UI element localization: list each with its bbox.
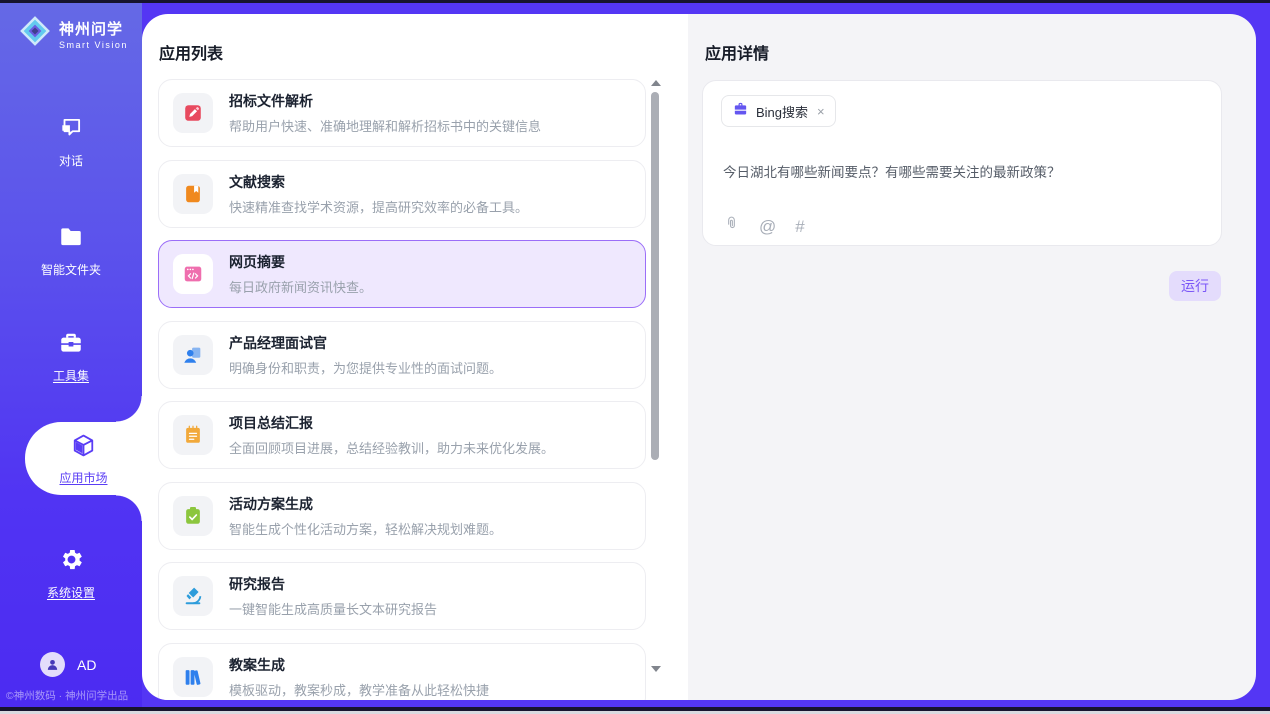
app-name: 研究报告 [229, 574, 437, 594]
app-desc: 一键智能生成高质量长文本研究报告 [229, 599, 437, 618]
app-name: 产品经理面试官 [229, 333, 502, 353]
list-scrollbar[interactable] [650, 80, 660, 680]
bubble-curve-bottom [116, 495, 142, 521]
list-item-event-plan[interactable]: 活动方案生成 智能生成个性化活动方案，轻松解决规划难题。 [158, 482, 646, 550]
app-name: 教案生成 [229, 655, 489, 675]
scrollbar-thumb[interactable] [651, 92, 659, 460]
app-desc: 智能生成个性化活动方案，轻松解决规划难题。 [229, 519, 502, 538]
app-desc: 帮助用户快速、准确地理解和解析招标书中的关键信息 [229, 116, 541, 135]
app-detail-title: 应用详情 [705, 40, 769, 64]
query-input[interactable]: 今日湖北有哪些新闻要点？有哪些需要关注的最新政策？ [723, 161, 1201, 181]
window-top-border [0, 0, 1270, 3]
notepad-icon [173, 415, 213, 455]
input-toolbar: @ # [723, 215, 805, 237]
app-desc: 快速精准查找学术资源，提高研究效率的必备工具。 [229, 197, 528, 216]
app-detail-panel: 应用详情 Bing搜索 × 今日湖北有哪些新闻要点？有哪些需要关注的最新政策？ [688, 14, 1256, 700]
sidebar-item-chat[interactable]: 对话 [0, 115, 142, 169]
scroll-up-arrow-icon[interactable] [651, 80, 661, 86]
books-icon [173, 657, 213, 697]
sidebar-item-label: 系统设置 [47, 584, 95, 601]
app-list-panel: 应用列表 招标文件解析 帮助用户快速、准确地理解和解析招标书中的关键信息 [142, 14, 688, 700]
app-frame: 神州问学 Smart Vision 对话 智能文件夹 [0, 0, 1270, 714]
clipboard-check-icon [173, 496, 213, 536]
gear-icon [58, 546, 85, 578]
toolbox-icon [58, 330, 84, 361]
briefcase-icon [732, 101, 749, 121]
sidebar-item-app-market[interactable]: 应用市场 [25, 422, 142, 495]
sidebar: 神州问学 Smart Vision 对话 智能文件夹 [0, 3, 142, 707]
main-content: 应用列表 招标文件解析 帮助用户快速、准确地理解和解析招标书中的关键信息 [142, 14, 1256, 700]
chat-icon [58, 115, 84, 146]
app-list: 招标文件解析 帮助用户快速、准确地理解和解析招标书中的关键信息 文献搜索 快速精… [158, 79, 646, 700]
tool-chip-label: Bing搜索 [756, 102, 808, 121]
close-icon[interactable]: × [817, 104, 825, 119]
app-name: 文献搜索 [229, 172, 528, 192]
book-icon [173, 174, 213, 214]
interviewer-icon [173, 335, 213, 375]
list-item-lesson-plan[interactable]: 教案生成 模板驱动，教案秒成，教学准备从此轻松快捷 [158, 643, 646, 701]
app-name: 网页摘要 [229, 252, 372, 272]
sidebar-item-smart-folder[interactable]: 智能文件夹 [0, 224, 142, 278]
app-desc: 全面回顾项目进展，总结经验教训，助力未来优化发展。 [229, 438, 554, 457]
list-item-pm-interviewer[interactable]: 产品经理面试官 明确身份和职责，为您提供专业性的面试问题。 [158, 321, 646, 389]
app-name: 活动方案生成 [229, 494, 502, 514]
app-desc: 模板驱动，教案秒成，教学准备从此轻松快捷 [229, 680, 489, 699]
app-detail-card: Bing搜索 × 今日湖北有哪些新闻要点？有哪些需要关注的最新政策？ @ # [702, 80, 1222, 246]
user-account[interactable]: AD [40, 652, 96, 677]
microscope-icon [173, 576, 213, 616]
list-item-project-summary[interactable]: 项目总结汇报 全面回顾项目进展，总结经验教训，助力未来优化发展。 [158, 401, 646, 469]
sidebar-item-label: 应用市场 [59, 469, 107, 486]
scroll-down-arrow-icon[interactable] [651, 666, 661, 672]
sidebar-item-toolset[interactable]: 工具集 [0, 330, 142, 384]
pencil-square-icon [173, 93, 213, 133]
brand-logo: 神州问学 Smart Vision [18, 14, 128, 53]
avatar [40, 652, 65, 677]
brand-name: 神州问学 [59, 18, 128, 39]
tool-chip-bing-search[interactable]: Bing搜索 × [721, 95, 836, 127]
run-button[interactable]: 运行 [1169, 271, 1221, 301]
sidebar-item-label: 工具集 [53, 367, 89, 384]
list-item-bid-analysis[interactable]: 招标文件解析 帮助用户快速、准确地理解和解析招标书中的关键信息 [158, 79, 646, 147]
list-item-research-report[interactable]: 研究报告 一键智能生成高质量长文本研究报告 [158, 562, 646, 630]
list-item-webpage-summary[interactable]: 网页摘要 每日政府新闻资讯快查。 [158, 240, 646, 308]
diamond-logo-icon [18, 14, 52, 53]
app-desc: 每日政府新闻资讯快查。 [229, 277, 372, 296]
bubble-curve-top [116, 396, 142, 422]
brand-subtitle: Smart Vision [59, 40, 128, 50]
app-list-title: 应用列表 [159, 40, 223, 64]
list-item-literature-search[interactable]: 文献搜索 快速精准查找学术资源，提高研究效率的必备工具。 [158, 160, 646, 228]
browser-code-icon [173, 254, 213, 294]
sidebar-item-label: 对话 [59, 152, 83, 169]
app-desc: 明确身份和职责，为您提供专业性的面试问题。 [229, 358, 502, 377]
folder-icon [58, 224, 84, 255]
sidebar-item-label: 智能文件夹 [41, 261, 101, 278]
hash-icon[interactable]: # [795, 218, 804, 235]
copyright-footer: ©神州数码 · 神州问学出品 [6, 688, 128, 703]
app-name: 项目总结汇报 [229, 413, 554, 433]
attachment-icon[interactable] [723, 215, 740, 237]
sidebar-item-settings[interactable]: 系统设置 [0, 546, 142, 601]
cube-icon [70, 432, 97, 464]
mention-icon[interactable]: @ [759, 218, 776, 235]
app-name: 招标文件解析 [229, 91, 541, 111]
user-name: AD [77, 657, 96, 673]
